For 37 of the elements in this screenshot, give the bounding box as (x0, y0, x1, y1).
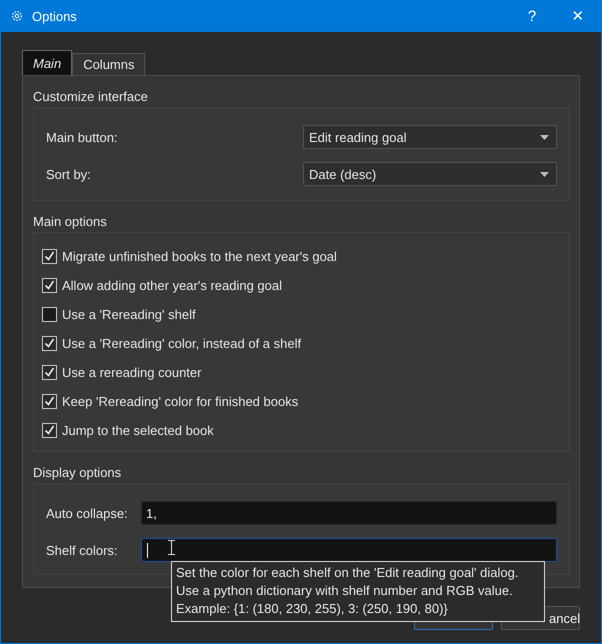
checkbox-label: Use a 'Rereading' shelf (62, 306, 196, 322)
checkbox-label: Use a rereading counter (62, 364, 202, 380)
caret-icon (540, 134, 549, 140)
checkbox[interactable] (42, 422, 57, 438)
settings-icon (10, 9, 24, 23)
section-title: Customize interface (33, 89, 149, 104)
tab[interactable]: Columns (72, 53, 146, 75)
checkbox[interactable] (42, 336, 57, 350)
checkbox-label: Allow adding other year's reading goal (62, 278, 282, 292)
dropdown[interactable]: Edit reading goal (303, 125, 557, 149)
field-label: Shelf colors: (46, 542, 119, 558)
tooltip-text: Use a python dictionary with shelf number and RGB value. (176, 582, 514, 600)
tooltip-text: Set the color for each shelf on the 'Edit reading goal' dialog. (176, 564, 520, 582)
section-title: Display options (33, 465, 122, 480)
section-title: Main options (33, 214, 108, 229)
field-label: Main button: (46, 130, 118, 144)
field-label: Auto collapse: (46, 506, 129, 520)
checkbox[interactable] (42, 278, 57, 292)
checkbox[interactable] (42, 364, 57, 380)
tooltip-text: Example: {1: (180, 230, 255), 3: (250, 190, 80)} (176, 600, 449, 618)
caret-icon (540, 172, 549, 176)
checkbox[interactable] (42, 248, 57, 264)
checkbox[interactable] (42, 394, 57, 408)
input-field[interactable] (141, 538, 557, 562)
tab[interactable]: Main (22, 50, 72, 75)
checkbox[interactable] (42, 306, 57, 322)
help-button[interactable]: ? (509, 0, 555, 32)
checkbox-label: Migrate unfinished books to the next year's goal (62, 248, 337, 264)
dropdown[interactable]: Date (desc) (303, 162, 557, 186)
input-field[interactable]: 1, (141, 501, 557, 525)
field-label: Sort by: (46, 166, 91, 182)
checkbox-label: Keep 'Rereading' color for finished books (62, 394, 298, 408)
window-title: Options (32, 8, 77, 24)
checkbox-label: Jump to the selected book (62, 422, 214, 438)
checkbox-label: Use a 'Rereading' color, instead of a shelf (62, 336, 302, 350)
close-button[interactable]: ✕ (555, 0, 601, 32)
text-cursor-icon (168, 540, 175, 555)
